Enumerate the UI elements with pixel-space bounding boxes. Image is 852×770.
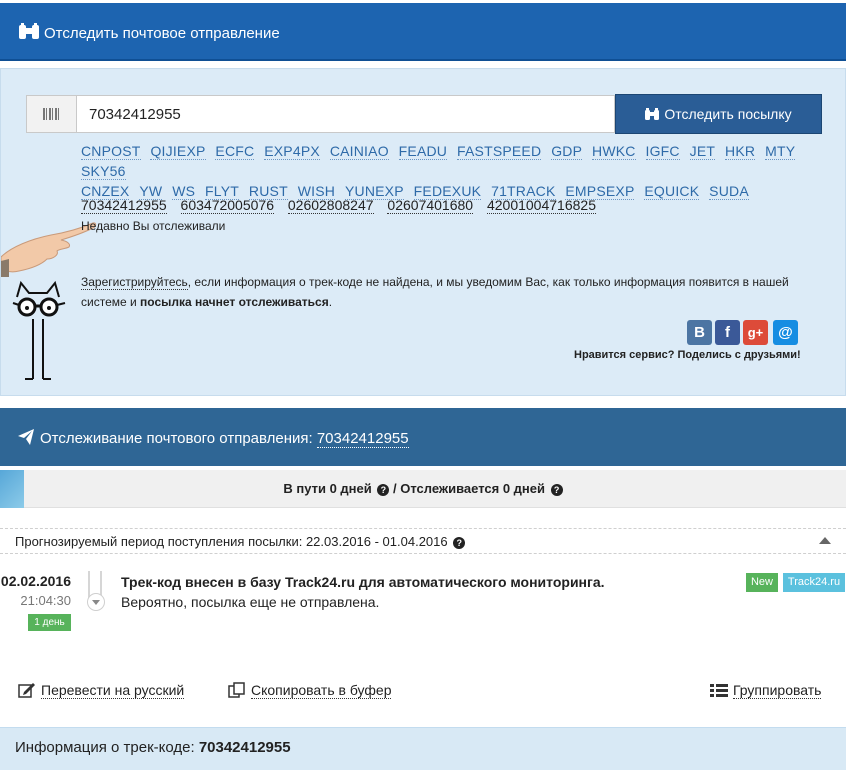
carrier-link[interactable]: SKY56 bbox=[81, 163, 126, 180]
recent-code-link[interactable]: 02607401680 bbox=[387, 197, 474, 214]
recent-code-link[interactable]: 70342412955 bbox=[81, 197, 167, 214]
carrier-link[interactable]: JET bbox=[689, 143, 716, 160]
search-panel: Отследить посылку CNPOST QIJIEXP ECFC EX… bbox=[0, 68, 846, 396]
question-icon[interactable]: ? bbox=[377, 484, 390, 496]
forecast-label: Прогнозируемый период поступления посылк… bbox=[15, 534, 448, 549]
group-action[interactable]: Группировать bbox=[710, 682, 822, 699]
recent-code-link[interactable]: 02602808247 bbox=[287, 197, 374, 214]
carrier-link[interactable]: IGFC bbox=[645, 143, 680, 160]
copy-label[interactable]: Скопировать в буфер bbox=[251, 682, 392, 699]
track-info-title: Информация о трек-коде: 70342412955 bbox=[15, 739, 291, 756]
vk-icon[interactable]: B bbox=[687, 320, 712, 345]
event-title: Трек-код внесен в базу Track24.ru для ав… bbox=[121, 574, 605, 590]
carrier-link[interactable]: EXP4PX bbox=[264, 143, 320, 160]
track-parcel-button[interactable]: Отследить посылку bbox=[615, 94, 822, 134]
recent-codes: 70342412955 603472005076 02602808247 026… bbox=[81, 197, 606, 214]
status-text: В пути 0 дней ? / Отслеживается 0 дней ? bbox=[0, 481, 846, 496]
forecast-text: Прогнозируемый период поступления посылк… bbox=[15, 534, 466, 549]
event-description: Вероятно, посылка еще не отправлена. bbox=[121, 594, 380, 610]
paper-plane-icon bbox=[18, 429, 34, 445]
share-text: Нравится сервис? Поделись с друзьями! bbox=[574, 349, 801, 361]
barcode-icon bbox=[43, 108, 61, 120]
transit-status: В пути 0 дней bbox=[283, 481, 372, 496]
expand-event-icon[interactable] bbox=[87, 593, 105, 611]
new-badge: New bbox=[746, 573, 778, 592]
status-bar: В пути 0 дней ? / Отслеживается 0 дней ? bbox=[0, 470, 846, 508]
source-badge: Track24.ru bbox=[783, 573, 845, 592]
carrier-link[interactable]: HWKC bbox=[592, 143, 636, 160]
carrier-link[interactable]: FASTSPEED bbox=[457, 143, 542, 160]
tracking-code-link[interactable]: 70342412955 bbox=[316, 430, 409, 448]
status-separator: / bbox=[389, 481, 401, 496]
mail-icon[interactable]: @ bbox=[773, 320, 798, 345]
carrier-link[interactable]: FEADU bbox=[398, 143, 448, 160]
track-info-code: 70342412955 bbox=[198, 739, 291, 756]
edit-icon bbox=[18, 683, 35, 698]
track-info-header: Информация о трек-коде: 70342412955 bbox=[0, 727, 846, 770]
facebook-icon[interactable]: f bbox=[715, 320, 740, 345]
register-info-bold: посылка начнет отслеживаться bbox=[140, 295, 329, 309]
copy-action[interactable]: Скопировать в буфер bbox=[228, 682, 392, 699]
tracking-title: Отслеживание почтового отправления: 7034… bbox=[40, 430, 409, 448]
tracked-status: Отслеживается 0 дней bbox=[400, 481, 546, 496]
carrier-link[interactable]: CAINIAO bbox=[329, 143, 389, 160]
barcode-scan-button[interactable] bbox=[26, 95, 76, 133]
event-time: 21:04:30 bbox=[20, 593, 71, 608]
track-info-label: Информация о трек-коде: bbox=[15, 739, 199, 756]
page-title: Отследить почтовое отправление bbox=[44, 25, 280, 42]
group-label[interactable]: Группировать bbox=[733, 682, 822, 699]
recent-code-link[interactable]: 42001004716825 bbox=[486, 197, 596, 214]
carrier-link[interactable]: HKR bbox=[725, 143, 756, 160]
register-info-end: . bbox=[328, 295, 333, 309]
forecast-row: Прогнозируемый период поступления посылк… bbox=[0, 528, 846, 554]
carrier-link[interactable]: EQUICK bbox=[644, 183, 700, 200]
translate-label[interactable]: Перевести на русский bbox=[41, 682, 185, 699]
register-info: Зарегистрируйтесь, если информация о тре… bbox=[81, 272, 811, 312]
recent-code-link[interactable]: 603472005076 bbox=[180, 197, 274, 214]
event-days-badge: 1 день bbox=[28, 614, 71, 631]
binoculars-icon bbox=[645, 108, 660, 120]
carrier-link[interactable]: QIJIEXP bbox=[150, 143, 206, 160]
track-code-input[interactable] bbox=[76, 95, 615, 133]
tracking-header: Отслеживание почтового отправления: 7034… bbox=[0, 408, 846, 466]
carrier-link[interactable]: SUDA bbox=[709, 183, 749, 200]
carrier-link[interactable]: MTY bbox=[765, 143, 796, 160]
track-parcel-button-label: Отследить посылку bbox=[664, 106, 792, 122]
collapse-arrow-icon[interactable] bbox=[819, 537, 831, 544]
carrier-link[interactable]: CNPOST bbox=[81, 143, 141, 160]
google-plus-icon[interactable]: g+ bbox=[743, 320, 768, 345]
translate-action[interactable]: Перевести на русский bbox=[18, 682, 185, 699]
copy-icon bbox=[228, 682, 245, 698]
list-icon bbox=[710, 684, 728, 697]
question-icon[interactable]: ? bbox=[453, 537, 466, 549]
event-date: 02.02.2016 bbox=[0, 573, 71, 589]
top-header: Отследить почтовое отправление bbox=[0, 3, 846, 61]
cat-mascot-illustration bbox=[12, 280, 66, 380]
question-icon[interactable]: ? bbox=[550, 484, 563, 496]
recent-codes-label: Недавно Вы отслеживали bbox=[81, 219, 226, 233]
carrier-link[interactable]: GDP bbox=[551, 143, 583, 160]
carrier-list: CNPOST QIJIEXP ECFC EXP4PX CAINIAO FEADU… bbox=[81, 141, 821, 201]
carrier-link[interactable]: ECFC bbox=[215, 143, 255, 160]
register-link[interactable]: Зарегистрируйтесь bbox=[81, 275, 188, 290]
binoculars-icon bbox=[19, 23, 39, 39]
tracking-title-prefix: Отслеживание почтового отправления: bbox=[40, 430, 317, 447]
